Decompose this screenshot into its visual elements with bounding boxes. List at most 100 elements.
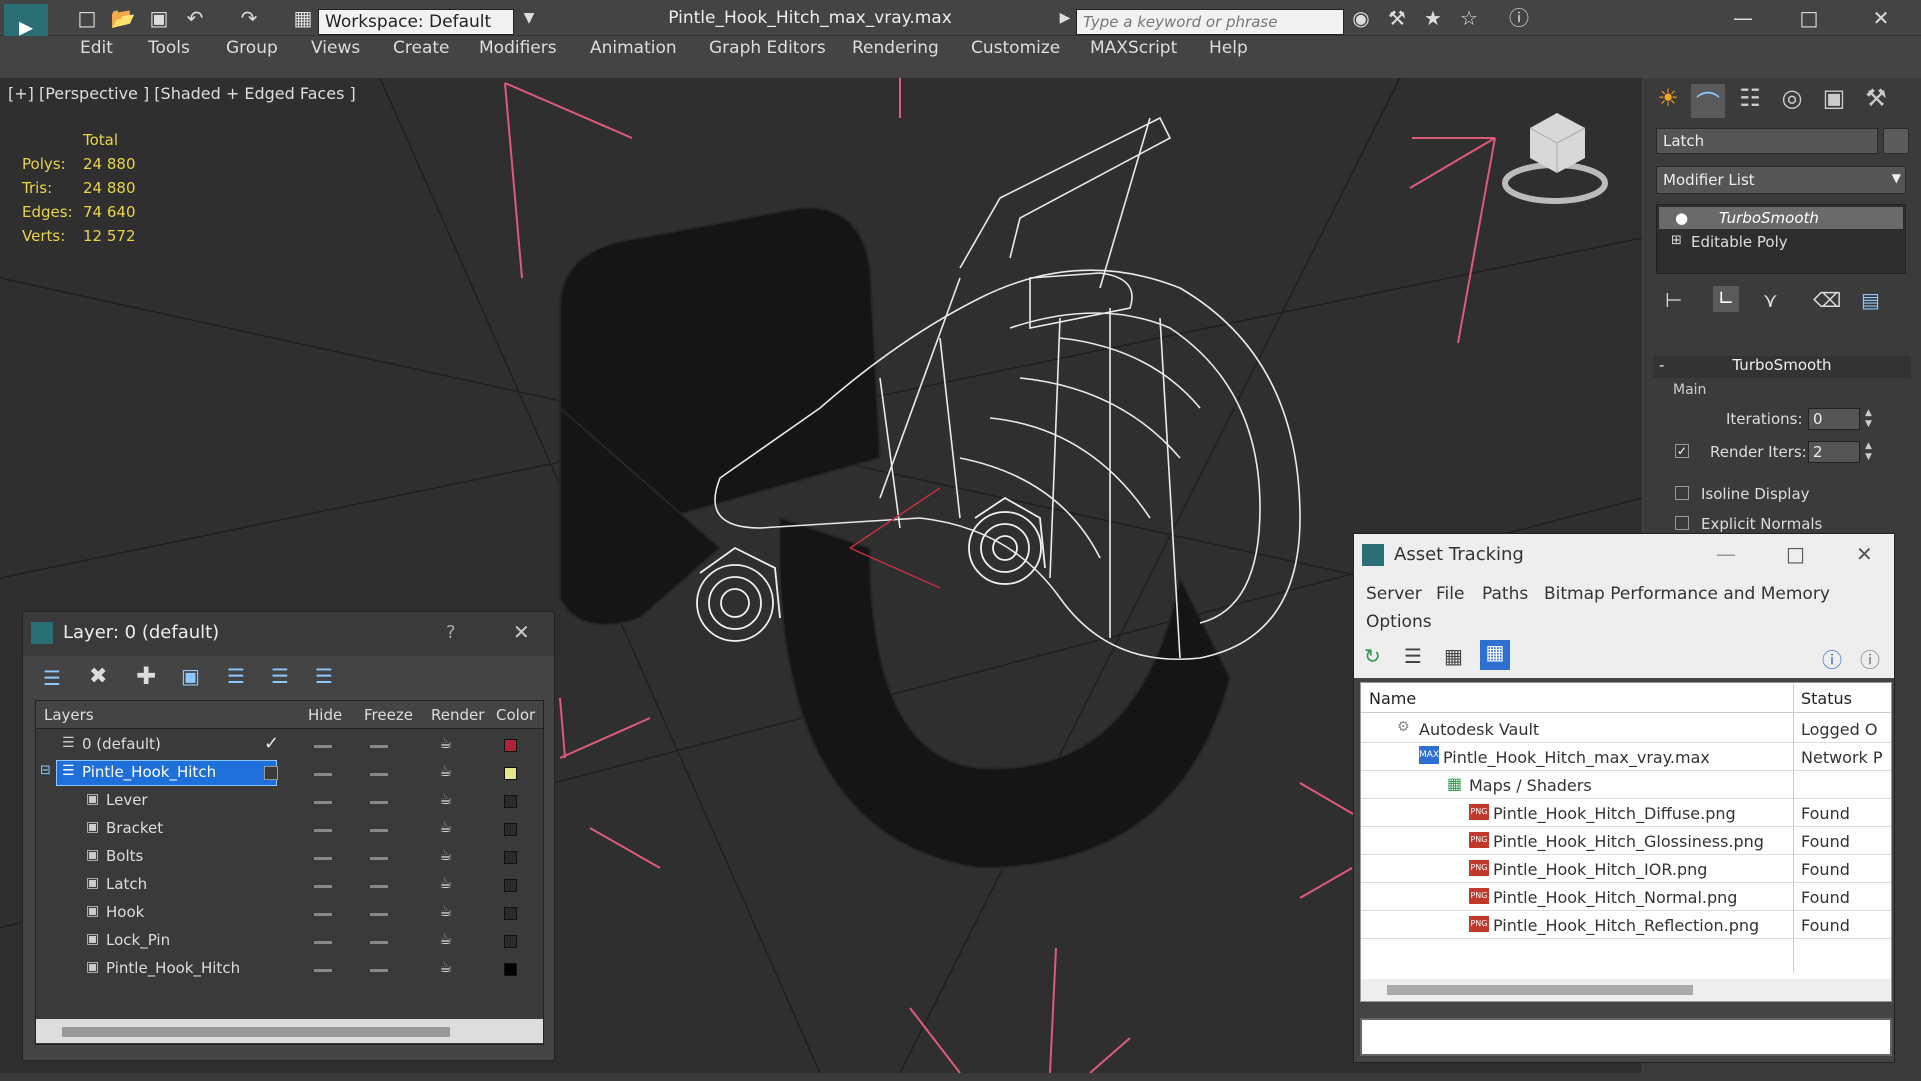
stack-item-turbosmooth[interactable]: ● TurboSmooth (1659, 207, 1903, 229)
search-expand-icon[interactable]: ▶ (1052, 5, 1078, 31)
close-icon[interactable]: ✕ (1868, 5, 1894, 31)
object-row-bracket[interactable]: ▣ Bracket ☕ (36, 815, 543, 843)
object-color-swatch[interactable] (504, 963, 517, 976)
horizontal-scrollbar[interactable] (1361, 979, 1891, 1001)
hide-toggle[interactable] (314, 969, 332, 972)
stack-item-editable-poly[interactable]: ⊞ Editable Poly (1659, 231, 1903, 253)
menu-server[interactable]: Server (1366, 584, 1422, 604)
hide-toggle[interactable] (314, 857, 332, 860)
horizontal-scrollbar[interactable] (36, 1019, 543, 1043)
render-teapot-icon[interactable]: ☕ (439, 790, 452, 808)
refresh-icon[interactable]: ↻ (1364, 644, 1381, 668)
hide-all-icon[interactable]: ☰ (315, 664, 333, 688)
viewcube[interactable] (1502, 113, 1608, 204)
open-file-icon[interactable]: 📂 (110, 5, 136, 31)
menu-file[interactable]: File (1436, 584, 1464, 604)
make-current-checkbox[interactable] (264, 766, 278, 780)
col-color[interactable]: Color (496, 706, 535, 724)
freeze-toggle[interactable] (370, 801, 388, 804)
hide-toggle[interactable] (314, 745, 332, 748)
object-color-swatch[interactable] (504, 795, 517, 808)
expand-icon[interactable]: ⊞ (1671, 233, 1682, 248)
menu-maxscript[interactable]: MAXScript (1090, 38, 1177, 58)
save-icon[interactable]: ▣ (146, 5, 172, 31)
favorites-icon[interactable]: ☆ (1456, 5, 1482, 31)
undo-icon[interactable]: ↶ (182, 5, 208, 31)
create-tab-icon[interactable]: ☀ (1651, 84, 1685, 118)
render-teapot-icon[interactable]: ☕ (439, 958, 452, 976)
help-button[interactable]: ? (446, 622, 456, 643)
asset-row-vault[interactable]: ⚙ Autodesk Vault Logged O (1361, 715, 1891, 743)
menu-tools[interactable]: Tools (148, 38, 190, 58)
close-icon[interactable]: ✕ (513, 620, 530, 644)
freeze-toggle[interactable] (370, 745, 388, 748)
render-teapot-icon[interactable]: ☕ (439, 902, 452, 920)
object-row-lock-pin[interactable]: ▣ Lock_Pin ☕ (36, 927, 543, 955)
object-row-hook[interactable]: ▣ Hook ☕ (36, 899, 543, 927)
layer-row-default[interactable]: ☰ 0 (default) ✓ ☕ (36, 731, 543, 759)
layer-row-pintle-hook-hitch[interactable]: ⊟ ☰ Pintle_Hook_Hitch ☕ (36, 759, 543, 787)
render-teapot-icon[interactable]: ☕ (439, 818, 452, 836)
object-row-lever[interactable]: ▣ Lever ☕ (36, 787, 543, 815)
workspace-menu-icon[interactable]: ▼ (516, 5, 542, 31)
layers-icon[interactable]: ☰ (43, 666, 61, 690)
hide-toggle[interactable] (314, 913, 332, 916)
help-icon[interactable]: ⓘ (1822, 644, 1842, 673)
iterations-spinner[interactable]: 0 (1808, 408, 1860, 430)
menu-graph-editors[interactable]: Graph Editors (709, 38, 826, 58)
menu-group[interactable]: Group (226, 38, 278, 58)
object-color-swatch[interactable] (504, 935, 517, 948)
delete-icon[interactable]: ✖ (89, 664, 107, 689)
context-help-icon[interactable]: ⓘ (1860, 644, 1880, 673)
utilities-tab-icon[interactable]: ⚒ (1859, 84, 1893, 118)
render-iters-spinner-arrows[interactable]: ▲ ▼ (1865, 441, 1872, 463)
col-name[interactable]: Name (1369, 689, 1416, 708)
iterations-spinner-arrows[interactable]: ▲ ▼ (1865, 408, 1872, 430)
search-input[interactable]: Type a keyword or phrase (1076, 9, 1344, 35)
rollout-header[interactable]: - TurboSmooth (1653, 356, 1911, 378)
freeze-toggle[interactable] (370, 969, 388, 972)
maximize-icon[interactable]: □ (1786, 542, 1805, 566)
thumbnail-view-icon[interactable]: ▦ (1444, 644, 1463, 668)
asset-row-glossiness[interactable]: PNG Pintle_Hook_Hitch_Glossiness.png Fou… (1361, 827, 1891, 855)
menu-customize[interactable]: Customize (971, 38, 1060, 58)
col-freeze[interactable]: Freeze (364, 706, 413, 724)
select-objects-icon[interactable]: ☰ (227, 664, 245, 688)
add-selection-icon[interactable]: ▣ (181, 664, 200, 688)
asset-row-max-file[interactable]: MAX Pintle_Hook_Hitch_max_vray.max Netwo… (1361, 743, 1891, 771)
object-color-swatch[interactable] (504, 907, 517, 920)
hierarchy-tab-icon[interactable]: ☷ (1733, 84, 1767, 118)
render-iters-checkbox[interactable]: ✓ (1675, 444, 1689, 458)
menu-options[interactable]: Options (1366, 612, 1432, 632)
asset-path-field[interactable] (1360, 1018, 1892, 1056)
object-name-field[interactable]: Latch (1656, 128, 1878, 154)
render-teapot-icon[interactable]: ☕ (439, 762, 452, 780)
menu-create[interactable]: Create (393, 38, 450, 58)
object-color-swatch[interactable] (1883, 128, 1909, 154)
workspace-dropdown[interactable]: Workspace: Default (318, 9, 514, 35)
object-color-swatch[interactable] (504, 823, 517, 836)
scrollbar-thumb[interactable] (62, 1027, 450, 1037)
table-view-icon[interactable]: ▦ (1480, 640, 1510, 670)
hide-toggle[interactable] (314, 829, 332, 832)
layer-color-swatch[interactable] (504, 739, 517, 752)
render-teapot-icon[interactable]: ☕ (439, 846, 452, 864)
asset-row-ior[interactable]: PNG Pintle_Hook_Hitch_IOR.png Found (1361, 855, 1891, 883)
menu-paths[interactable]: Paths (1482, 584, 1528, 604)
help-icon[interactable]: ⓘ (1506, 5, 1532, 31)
freeze-toggle[interactable] (370, 913, 388, 916)
hide-toggle[interactable] (314, 773, 332, 776)
hide-toggle[interactable] (314, 801, 332, 804)
list-view-icon[interactable]: ☰ (1404, 644, 1422, 668)
minimize-icon[interactable]: — (1716, 542, 1736, 566)
menu-modifiers[interactable]: Modifiers (479, 38, 557, 58)
motion-tab-icon[interactable]: ◎ (1775, 84, 1809, 118)
layer-window-titlebar[interactable]: Layer: 0 (default) (23, 612, 554, 656)
asset-row-maps[interactable]: ▦ Maps / Shaders (1361, 771, 1891, 799)
render-teapot-icon[interactable]: ☕ (439, 874, 452, 892)
project-icon[interactable]: ▦ (290, 5, 316, 31)
viewport-label[interactable]: [+] [Perspective ] [Shaded + Edged Faces… (8, 84, 356, 103)
modifier-list-dropdown[interactable]: Modifier List ▼ (1656, 166, 1906, 194)
current-layer-check-icon[interactable]: ✓ (264, 733, 279, 754)
hide-toggle[interactable] (314, 941, 332, 944)
